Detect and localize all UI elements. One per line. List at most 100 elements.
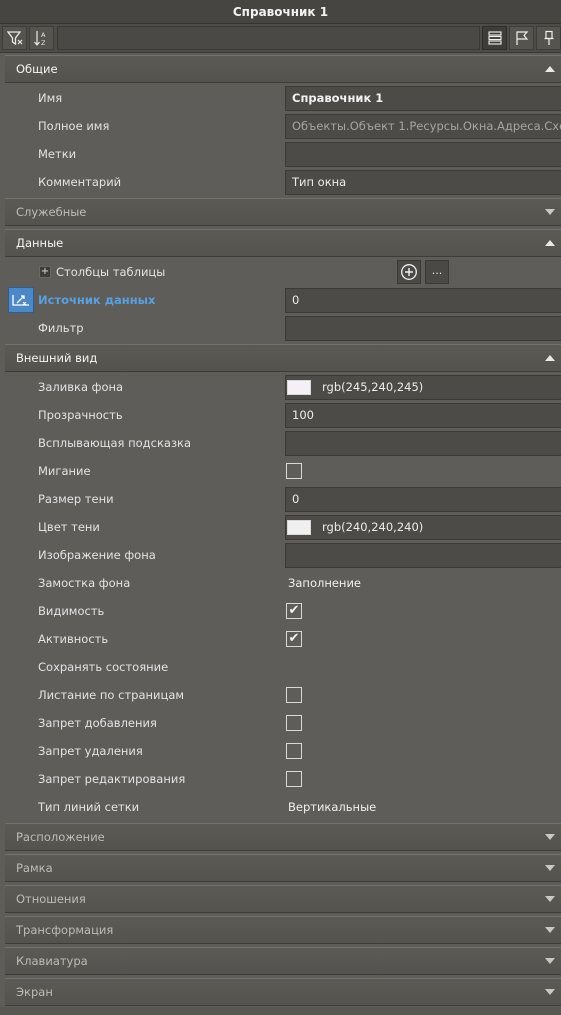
prop-fullname: Полное имя Объекты.Объект 1.Ресурсы.Окна…: [5, 112, 561, 140]
name-field[interactable]: Справочник 1: [285, 86, 561, 111]
collapse-arrow-icon[interactable]: [545, 240, 555, 246]
list-view-button[interactable]: [482, 26, 507, 50]
group-general[interactable]: Общие: [5, 55, 561, 83]
prop-label: Тип линий сетки: [38, 800, 140, 814]
prop-datasource: Источник данных 0: [5, 286, 561, 314]
prop-label: Столбцы таблицы: [56, 265, 166, 279]
svg-text:A: A: [41, 31, 46, 39]
color-value: rgb(240,240,240): [322, 520, 424, 534]
opacity-field[interactable]: 100: [285, 403, 561, 428]
collapse-arrow-icon[interactable]: [545, 355, 555, 361]
prop-no-edit: Запрет редактирования: [5, 765, 561, 793]
prop-label: Запрет добавления: [38, 716, 157, 730]
group-relations[interactable]: Отношения: [5, 885, 561, 913]
datasource-field[interactable]: 0: [285, 288, 561, 313]
prop-label: Размер тени: [38, 492, 114, 506]
group-label: Трансформация: [16, 923, 114, 937]
svg-text:Z: Z: [41, 39, 46, 47]
group-transform[interactable]: Трансформация: [5, 916, 561, 944]
expand-arrow-icon[interactable]: [545, 896, 555, 902]
prop-label: Запрет удаления: [38, 744, 143, 758]
comment-field[interactable]: Тип окна: [285, 170, 561, 195]
prop-label: Цвет тени: [38, 520, 100, 534]
prop-label: Заливка фона: [38, 380, 124, 394]
search-input[interactable]: [57, 26, 480, 50]
expand-arrow-icon[interactable]: [545, 865, 555, 871]
prop-label: Мигание: [38, 464, 91, 478]
group-service[interactable]: Служебные: [5, 198, 561, 226]
expand-arrow-icon[interactable]: [545, 209, 555, 215]
tooltip-field[interactable]: [285, 431, 561, 456]
expand-arrow-icon[interactable]: [545, 958, 555, 964]
more-button[interactable]: ...: [425, 260, 449, 284]
active-checkbox[interactable]: ✔: [286, 631, 302, 647]
events-button[interactable]: [509, 26, 534, 50]
prop-comment: Комментарий Тип окна: [5, 168, 561, 196]
grid-lines-value[interactable]: Вертикальные: [288, 793, 376, 821]
no-edit-checkbox[interactable]: [286, 771, 302, 787]
group-screen[interactable]: Экран: [5, 978, 561, 1006]
add-column-button[interactable]: [397, 260, 421, 284]
prop-visible: Видимость ✔: [5, 597, 561, 625]
bg-image-field[interactable]: [285, 543, 561, 568]
visible-checkbox[interactable]: ✔: [286, 603, 302, 619]
sort-icon: A Z: [33, 31, 46, 47]
shadow-size-field[interactable]: 0: [285, 487, 561, 512]
prop-columns: + Столбцы таблицы ...: [5, 258, 561, 286]
color-swatch[interactable]: [287, 380, 311, 395]
filter-button[interactable]: [2, 26, 27, 50]
prop-blink: Мигание: [5, 457, 561, 485]
prop-filter: Фильтр: [5, 314, 561, 342]
expand-plus-icon[interactable]: +: [39, 266, 51, 278]
filter-field[interactable]: [285, 316, 561, 341]
paging-checkbox[interactable]: [286, 687, 302, 703]
prop-bg-image: Изображение фона: [5, 541, 561, 569]
pin-icon: [544, 30, 553, 45]
prop-tags: Метки: [5, 140, 561, 168]
prop-label: Запрет редактирования: [38, 772, 186, 786]
expand-arrow-icon[interactable]: [545, 989, 555, 995]
filter-icon: [6, 31, 22, 46]
prop-label: Метки: [38, 147, 77, 161]
color-swatch[interactable]: [287, 520, 311, 535]
group-label: Клавиатура: [16, 954, 88, 968]
shadow-color-field[interactable]: rgb(240,240,240): [285, 515, 561, 540]
prop-active: Активность ✔: [5, 625, 561, 653]
prop-label: Полное имя: [38, 119, 110, 133]
prop-paging: Листание по страницам: [5, 681, 561, 709]
fullname-field: Объекты.Объект 1.Ресурсы.Окна.Адреса.Схе…: [285, 114, 561, 139]
fill-color-field[interactable]: rgb(245,240,245): [285, 375, 561, 400]
blink-checkbox[interactable]: [286, 463, 302, 479]
data-source-binding-button[interactable]: [8, 287, 34, 313]
tiling-value[interactable]: Заполнение: [288, 569, 361, 597]
panel-bottom: [0, 1007, 561, 1015]
group-frame[interactable]: Рамка: [5, 854, 561, 882]
prop-label: Источник данных: [38, 293, 156, 307]
group-appearance[interactable]: Внешний вид: [5, 344, 561, 372]
sort-button[interactable]: A Z: [29, 26, 54, 50]
prop-label: Изображение фона: [38, 548, 156, 562]
prop-label: Видимость: [38, 604, 105, 618]
toolbar: A Z: [0, 24, 561, 53]
no-add-checkbox[interactable]: [286, 715, 302, 731]
prop-label: Имя: [38, 91, 63, 105]
group-keyboard[interactable]: Клавиатура: [5, 947, 561, 975]
prop-label: Сохранять состояние: [38, 660, 169, 674]
group-location[interactable]: Расположение: [5, 823, 561, 851]
binding-icon: [12, 295, 29, 306]
flag-icon: [515, 31, 528, 45]
pin-button[interactable]: [536, 26, 561, 50]
expand-arrow-icon[interactable]: [545, 834, 555, 840]
prop-save-state: Сохранять состояние: [5, 653, 561, 681]
expand-arrow-icon[interactable]: [545, 927, 555, 933]
prop-no-delete: Запрет удаления: [5, 737, 561, 765]
group-label: Рамка: [16, 861, 53, 875]
group-label: Экран: [16, 985, 53, 999]
tags-field[interactable]: [285, 142, 561, 167]
prop-tiling: Замостка фона Заполнение: [5, 569, 561, 597]
collapse-arrow-icon[interactable]: [545, 66, 555, 72]
prop-label: Активность: [38, 632, 109, 646]
group-data[interactable]: Данные: [5, 229, 561, 257]
prop-grid-lines: Тип линий сетки Вертикальные: [5, 793, 561, 821]
no-delete-checkbox[interactable]: [286, 743, 302, 759]
